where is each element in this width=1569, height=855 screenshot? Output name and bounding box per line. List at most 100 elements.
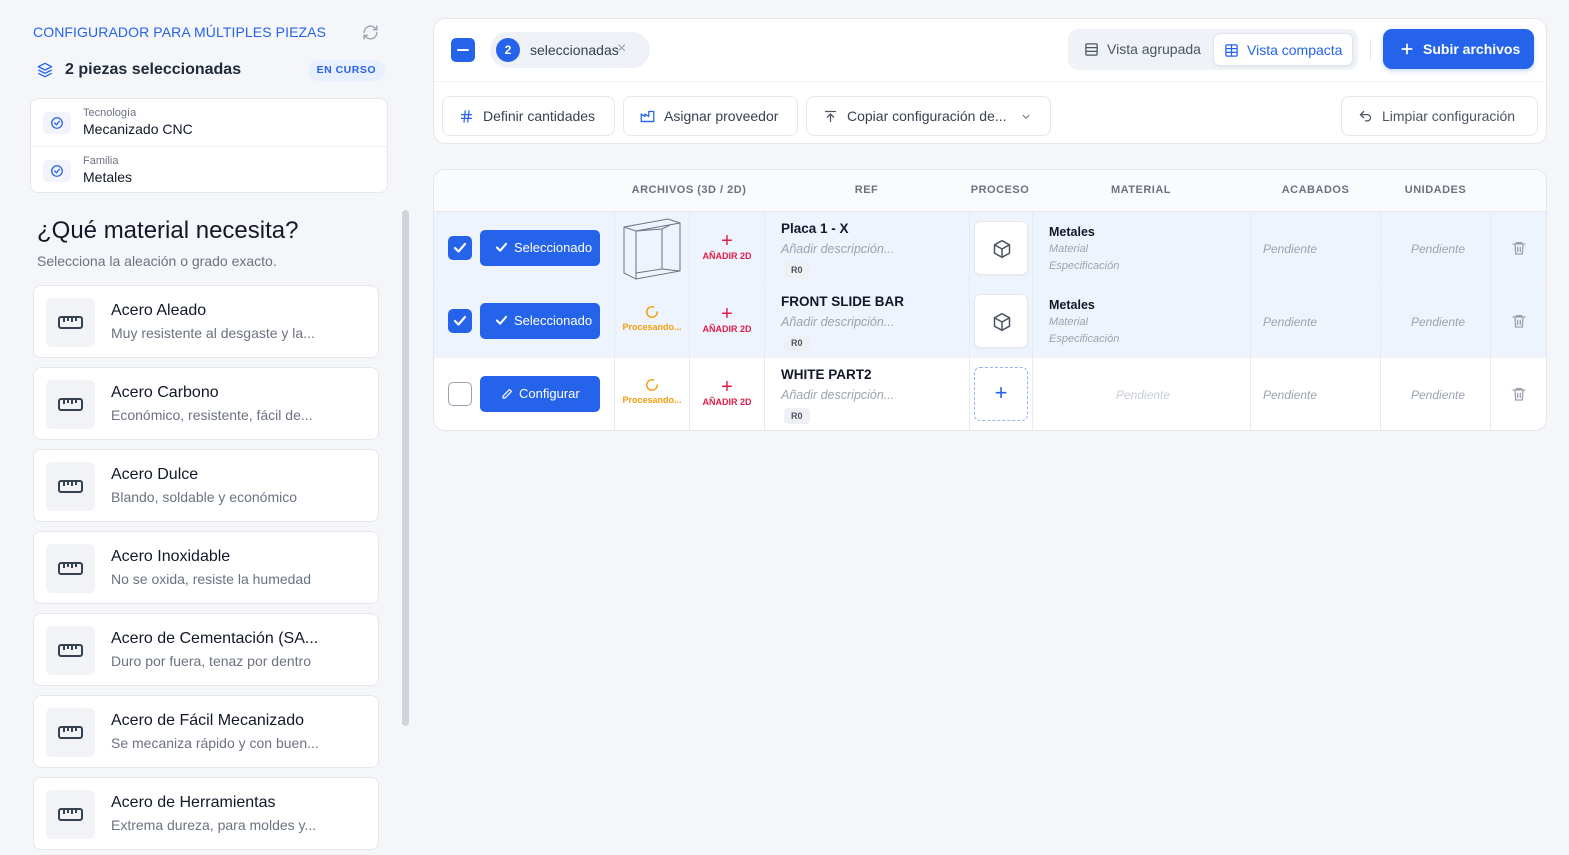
undo-icon	[1359, 110, 1372, 122]
add-2d-label: AÑADIR 2D	[702, 397, 752, 407]
clear-config-label: Limpiar configuración	[1382, 108, 1516, 124]
part-description-input[interactable]: Añadir descripción...	[781, 388, 894, 402]
units-value[interactable]: Pendiente	[1411, 242, 1465, 256]
add-2d-button[interactable]: + AÑADIR 2D	[692, 231, 762, 261]
units-value[interactable]: Pendiente	[1411, 315, 1465, 329]
material-desc: No se oxida, resiste la humedad	[111, 571, 311, 587]
material-option[interactable]: Acero Aleado Muy resistente al desgaste …	[33, 285, 379, 358]
material-name: Acero Dulce	[111, 466, 199, 483]
part-name: WHITE PART2	[781, 367, 872, 382]
selected-state-button[interactable]: Seleccionado	[480, 230, 600, 266]
summary-value: Metales	[83, 169, 133, 185]
plus-icon	[1401, 43, 1413, 55]
trash-icon[interactable]	[1511, 240, 1527, 256]
specification-sub: Especificación	[1049, 260, 1120, 272]
state-label: Seleccionado	[514, 240, 593, 255]
view-compact-button[interactable]: Vista compacta	[1213, 33, 1353, 66]
material-name: Acero Carbono	[111, 384, 219, 401]
clear-config-button[interactable]: Limpiar configuración	[1341, 96, 1538, 136]
material-name: Acero Aleado	[111, 302, 207, 319]
close-icon[interactable]: ×	[617, 40, 626, 58]
spinner-icon	[646, 379, 658, 391]
define-quantities-button[interactable]: Definir cantidades	[442, 96, 615, 136]
view-grouped-label: Vista agrupada	[1107, 41, 1201, 57]
plus-icon: +	[994, 380, 1008, 405]
add-2d-label: AÑADIR 2D	[702, 324, 752, 334]
processing-label: Procesando...	[622, 322, 682, 332]
summary-row-family[interactable]: Familia Metales	[31, 146, 387, 193]
material-name: Acero de Cementación (SA...	[111, 630, 319, 647]
assign-provider-button[interactable]: Asignar proveedor	[623, 96, 798, 136]
table-row[interactable]: Seleccionado Procesando... + AÑADIR 2D F…	[434, 285, 1546, 358]
cube-icon	[993, 239, 1011, 259]
spinner-icon	[646, 306, 658, 318]
layers-icon	[37, 62, 53, 78]
selection-pill: 2 seleccionadas ×	[490, 32, 650, 68]
row-checkbox[interactable]	[448, 236, 472, 260]
finishes-value[interactable]: Pendiente	[1263, 315, 1317, 329]
material-option[interactable]: Acero de Herramientas Extrema dureza, pa…	[33, 777, 379, 850]
chevron-down-icon	[1022, 114, 1030, 119]
state-label: Configurar	[519, 386, 580, 401]
copy-config-dropdown[interactable]: Copiar configuración de...	[806, 96, 1051, 136]
material-option[interactable]: Acero Carbono Económico, resistente, fác…	[33, 367, 379, 440]
selected-state-button[interactable]: Seleccionado	[480, 303, 600, 339]
row-checkbox[interactable]	[448, 309, 472, 333]
ruler-icon	[46, 790, 95, 839]
summary-row-technology[interactable]: Tecnología Mecanizado CNC	[31, 99, 387, 146]
units-value[interactable]: Pendiente	[1411, 388, 1465, 402]
add-2d-button[interactable]: + AÑADIR 2D	[692, 377, 762, 407]
view-toggle: Vista agrupada Vista compacta	[1068, 29, 1358, 70]
plus-icon: +	[721, 303, 733, 325]
part-thumbnail[interactable]	[622, 217, 682, 280]
sidebar-scrollbar[interactable]	[402, 210, 409, 726]
material-option[interactable]: Acero de Fácil Mecanizado Se mecaniza rá…	[33, 695, 379, 768]
finishes-value[interactable]: Pendiente	[1263, 242, 1317, 256]
add-process-button[interactable]: +	[974, 367, 1028, 421]
check-circle-icon	[43, 112, 71, 134]
specification-sub: Especificación	[1049, 333, 1120, 345]
header-finishes: ACABADOS	[1281, 184, 1350, 196]
revision-badge: R0	[784, 335, 810, 351]
ruler-icon	[46, 380, 95, 429]
refresh-icon[interactable]	[362, 24, 379, 41]
ruler-icon	[46, 708, 95, 757]
select-all-checkbox[interactable]	[451, 38, 475, 62]
summary-label: Familia	[83, 155, 119, 167]
header-files: ARCHIVOS (3D / 2D)	[631, 184, 747, 196]
selection-label: seleccionadas	[530, 42, 619, 58]
part-description-input[interactable]: Añadir descripción...	[781, 242, 894, 256]
process-cell[interactable]	[974, 294, 1028, 348]
check-icon	[495, 242, 508, 252]
pencil-icon	[502, 388, 513, 399]
configure-button[interactable]: Configurar	[480, 376, 600, 412]
material-option[interactable]: Acero Inoxidable No se oxida, resiste la…	[33, 531, 379, 604]
selection-count: 2	[496, 38, 520, 62]
process-cell[interactable]	[974, 221, 1028, 275]
view-grouped-button[interactable]: Vista agrupada	[1074, 33, 1208, 66]
material-name: Acero de Fácil Mecanizado	[111, 712, 304, 729]
summary-value: Mecanizado CNC	[83, 121, 193, 137]
table-row[interactable]: Seleccionado + AÑADIR 2D Placa 1 - X Aña…	[434, 212, 1546, 285]
row-checkbox[interactable]	[448, 382, 472, 406]
file-processing: Procesando...	[616, 305, 688, 332]
trash-icon[interactable]	[1511, 313, 1527, 329]
trash-icon[interactable]	[1511, 386, 1527, 402]
upload-files-button[interactable]: Subir archivos	[1383, 29, 1534, 69]
header-process: PROCESO	[970, 184, 1030, 196]
part-name: FRONT SLIDE BAR	[781, 294, 904, 309]
check-icon	[495, 315, 508, 325]
material-question: ¿Qué material necesita?	[37, 217, 299, 244]
header-ref: REF	[854, 184, 879, 196]
finishes-value[interactable]: Pendiente	[1263, 388, 1317, 402]
processing-label: Procesando...	[622, 395, 682, 405]
material-value[interactable]: Pendiente	[1116, 388, 1170, 402]
material-option[interactable]: Acero de Cementación (SA... Duro por fue…	[33, 613, 379, 686]
header-units: UNIDADES	[1404, 184, 1467, 196]
material-option[interactable]: Acero Dulce Blando, soldable y económico	[33, 449, 379, 522]
add-2d-button[interactable]: + AÑADIR 2D	[692, 303, 762, 334]
part-description-input[interactable]: Añadir descripción...	[781, 315, 894, 329]
part-name: Placa 1 - X	[781, 221, 849, 236]
selected-pieces-text: 2 piezas seleccionadas	[65, 61, 242, 78]
table-row[interactable]: Configurar Procesando... + AÑADIR 2D WHI…	[434, 358, 1546, 430]
